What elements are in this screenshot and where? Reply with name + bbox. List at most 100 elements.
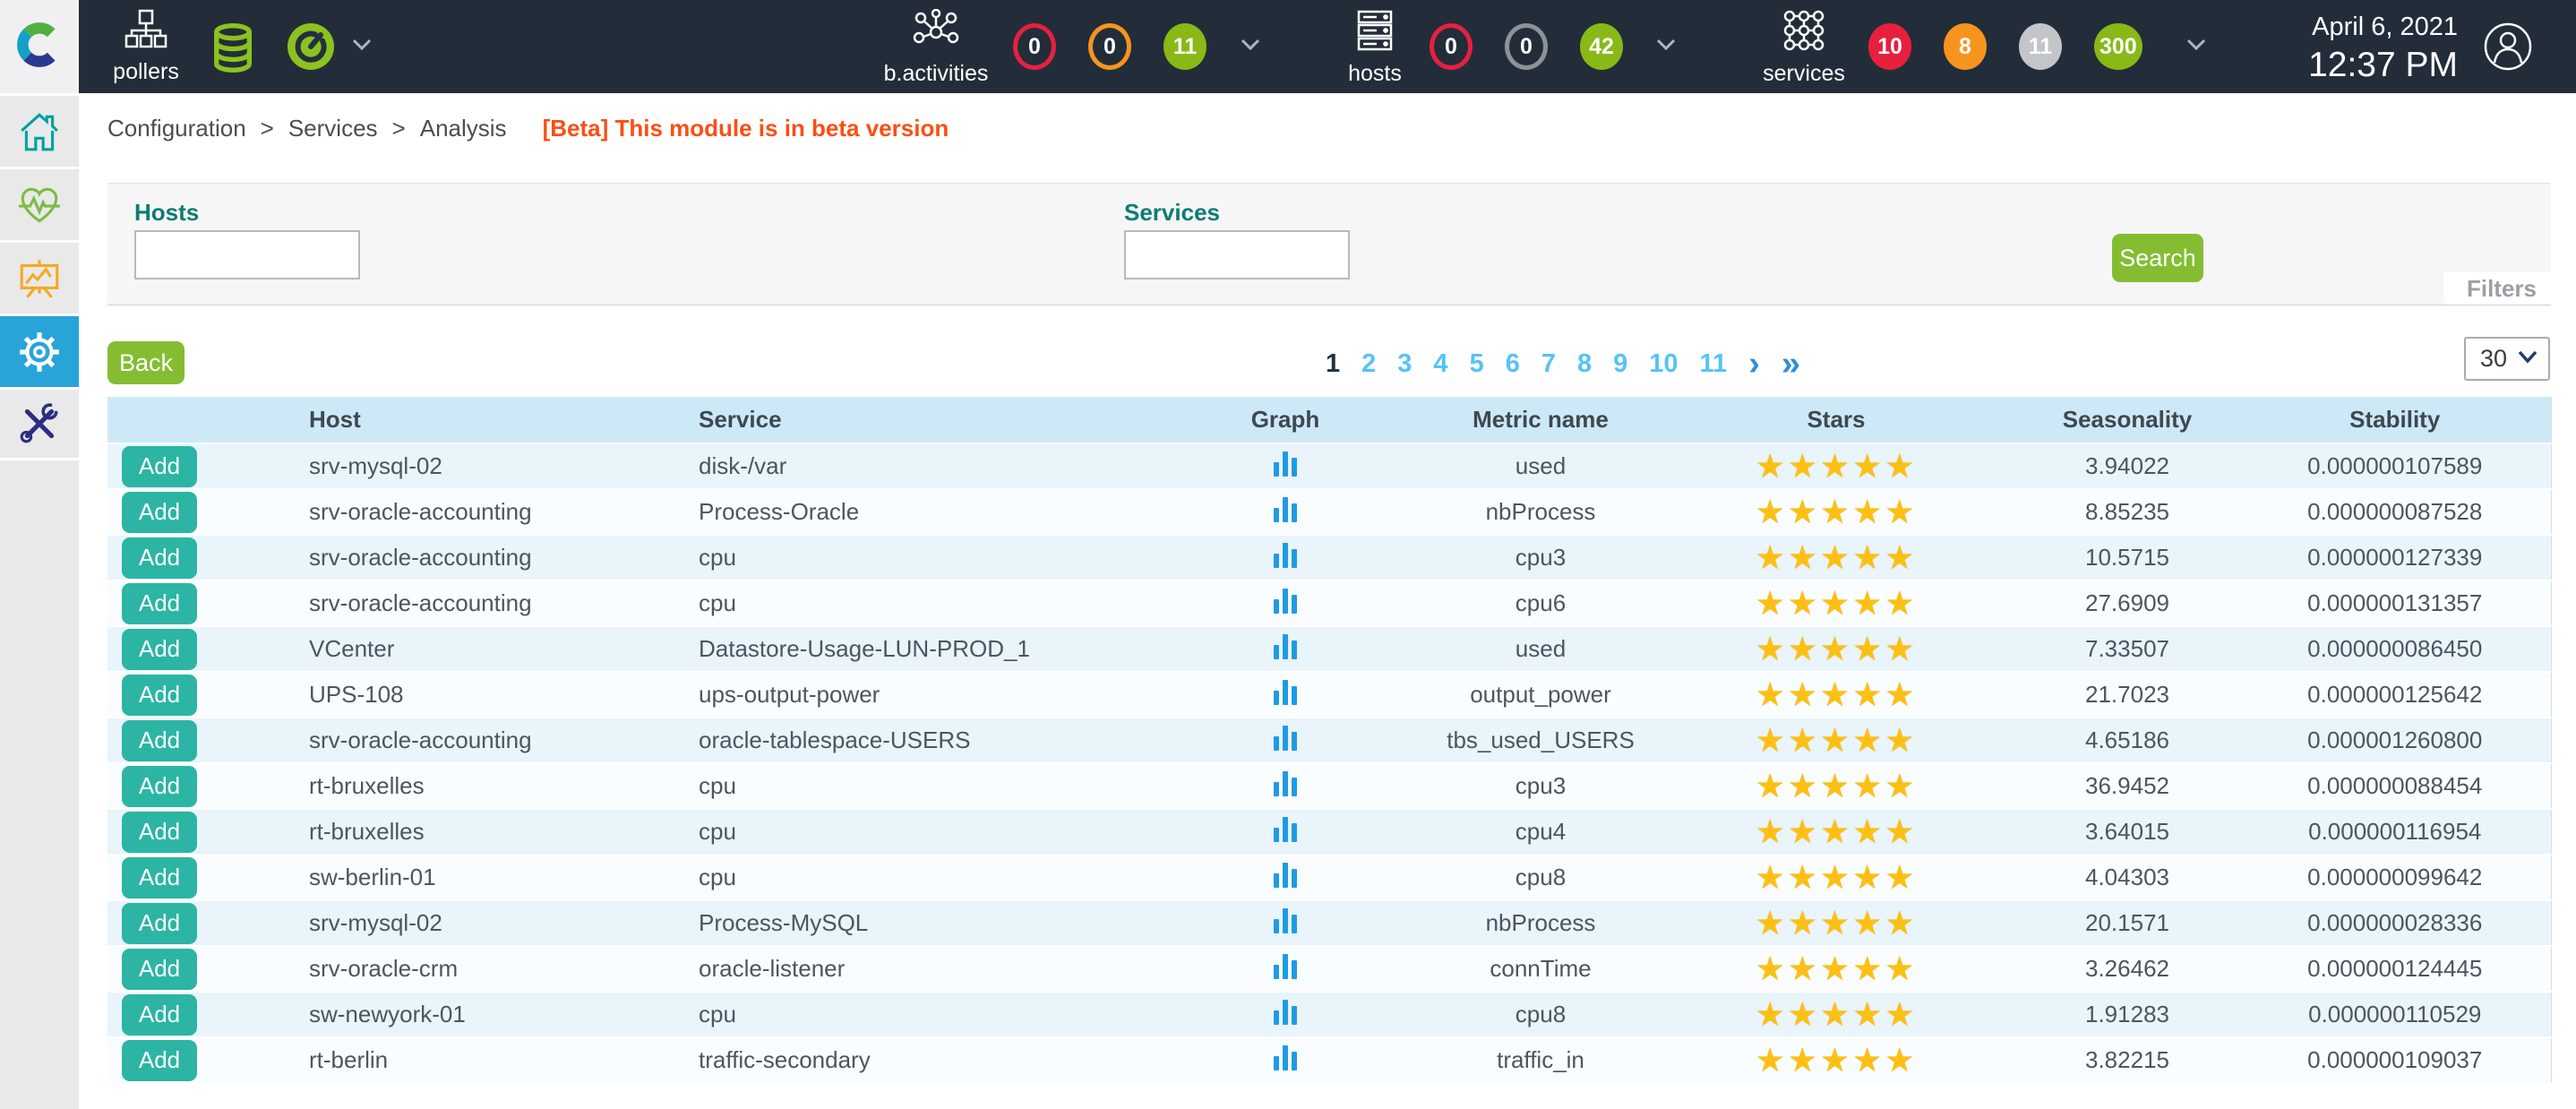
breadcrumb-link[interactable]: Analysis (378, 115, 507, 142)
database-status-icon[interactable] (211, 23, 254, 78)
hosts-chevron-down-icon[interactable] (1655, 38, 1677, 56)
topbar-ba-group[interactable]: b.activities (882, 9, 990, 87)
status-badge[interactable]: 0 (1013, 23, 1056, 70)
pagination-page[interactable]: 5 (1470, 349, 1484, 379)
add-button[interactable]: Add (122, 675, 197, 716)
sidebar-item-configuration[interactable] (0, 314, 79, 387)
breadcrumb-link[interactable]: Services (246, 115, 378, 142)
host-cell: rt-berlin (251, 1037, 645, 1083)
graph-icon[interactable] (1273, 587, 1298, 620)
topbar-pollers-group[interactable]: pollers (92, 9, 200, 85)
pagination-page[interactable]: 4 (1433, 349, 1447, 379)
graph-icon[interactable] (1273, 1044, 1298, 1077)
centreon-logo-icon (15, 21, 64, 73)
add-button[interactable]: Add (122, 994, 197, 1036)
filters-panel-toggle[interactable]: Filters (2443, 271, 2551, 305)
graph-icon[interactable] (1273, 678, 1298, 711)
user-avatar-icon[interactable] (2483, 21, 2533, 76)
status-badge[interactable]: 11 (1163, 23, 1206, 70)
pagination-page[interactable]: 2 (1361, 349, 1376, 379)
graph-icon[interactable] (1273, 724, 1298, 757)
pagination-page[interactable]: 7 (1541, 349, 1556, 379)
add-button[interactable]: Add (122, 1040, 197, 1081)
services-badges: 10 8 11 300 (1868, 23, 2142, 70)
rows-per-page-select[interactable]: 30 (2464, 337, 2550, 381)
sidebar-item-administration[interactable] (0, 387, 79, 460)
add-button[interactable]: Add (122, 537, 197, 579)
search-button[interactable]: Search (2112, 234, 2203, 282)
status-badge[interactable]: 0 (1430, 23, 1473, 70)
hosts-badges: 00 42 (1430, 23, 1623, 70)
services-chevron-down-icon[interactable] (2185, 38, 2207, 56)
topbar-services-group[interactable]: services (1750, 9, 1858, 87)
pagination-page[interactable]: 6 (1506, 349, 1520, 379)
status-badge[interactable]: 10 (1868, 23, 1911, 70)
graph-icon[interactable] (1273, 815, 1298, 848)
topbar-hosts-group[interactable]: hosts (1321, 9, 1429, 87)
sidebar-item-home[interactable] (0, 93, 79, 167)
pagination-page[interactable]: 1 (1326, 349, 1340, 379)
pagination-page[interactable]: 9 (1613, 349, 1627, 379)
pagination-page[interactable]: 10 (1649, 349, 1678, 379)
hosts-filter-label: Hosts (134, 199, 199, 227)
add-button[interactable]: Add (122, 766, 197, 807)
pagination-last-icon[interactable]: » (1782, 351, 1800, 377)
status-badge[interactable]: 11 (2019, 23, 2062, 70)
stars-cell: ★★★★★ (1657, 626, 2015, 672)
graph-icon[interactable] (1273, 769, 1298, 803)
filter-panel: Hosts Services Search Filters (107, 183, 2551, 305)
pollers-chevron-down-icon[interactable] (351, 38, 373, 56)
graph-icon[interactable] (1273, 861, 1298, 894)
add-button[interactable]: Add (122, 492, 197, 533)
stability-cell: 0.000000125642 (2239, 672, 2551, 718)
add-button[interactable]: Add (122, 903, 197, 944)
graph-icon[interactable] (1273, 450, 1298, 483)
status-badge[interactable]: 8 (1944, 23, 1987, 70)
centreon-logo[interactable] (0, 0, 79, 93)
clock-date: April 6, 2021 (2308, 13, 2458, 42)
metric-cell: cpu8 (1424, 855, 1657, 900)
graph-icon[interactable] (1273, 541, 1298, 574)
status-badge[interactable]: 0 (1505, 23, 1548, 70)
graph-icon[interactable] (1273, 952, 1298, 985)
seasonality-cell: 1.91283 (2015, 992, 2239, 1037)
status-badge[interactable]: 300 (2094, 23, 2142, 70)
breadcrumb-link[interactable]: Configuration (107, 115, 246, 142)
add-button[interactable]: Add (122, 446, 197, 487)
host-cell: rt-bruxelles (251, 763, 645, 809)
pagination-page[interactable]: 8 (1577, 349, 1592, 379)
add-button[interactable]: Add (122, 812, 197, 853)
stability-cell: 0.000000131357 (2239, 580, 2551, 626)
host-cell: srv-oracle-accounting (251, 489, 645, 535)
latency-gauge-icon[interactable] (286, 21, 336, 76)
add-cell: Add (107, 992, 251, 1037)
back-button[interactable]: Back (107, 341, 185, 384)
sidebar-item-monitoring[interactable] (0, 167, 79, 240)
host-cell: srv-mysql-02 (251, 443, 645, 489)
add-button[interactable]: Add (122, 949, 197, 990)
graph-cell (1146, 626, 1424, 672)
service-cell: oracle-tablespace-USERS (645, 718, 1146, 763)
services-filter-label: Services (1124, 199, 1220, 227)
add-button[interactable]: Add (122, 583, 197, 624)
pagination-next-icon[interactable]: › (1748, 351, 1760, 377)
graph-icon[interactable] (1273, 495, 1298, 529)
graph-icon[interactable] (1273, 632, 1298, 666)
sidebar-item-reporting[interactable] (0, 240, 79, 314)
star-rating: ★★★★★ (1756, 721, 1918, 760)
ba-chevron-down-icon[interactable] (1240, 38, 1261, 56)
stability-cell: 0.000000124445 (2239, 946, 2551, 992)
graph-icon[interactable] (1273, 907, 1298, 940)
hosts-filter-input[interactable] (134, 230, 360, 279)
status-badge[interactable]: 42 (1580, 23, 1623, 70)
stars-cell: ★★★★★ (1657, 535, 2015, 580)
add-button[interactable]: Add (122, 720, 197, 761)
pagination-page[interactable]: 11 (1700, 349, 1728, 379)
add-button[interactable]: Add (122, 629, 197, 670)
stars-cell: ★★★★★ (1657, 1037, 2015, 1083)
add-button[interactable]: Add (122, 857, 197, 898)
graph-icon[interactable] (1273, 998, 1298, 1031)
services-filter-input[interactable] (1124, 230, 1350, 279)
pagination-page[interactable]: 3 (1397, 349, 1412, 379)
status-badge[interactable]: 0 (1088, 23, 1131, 70)
